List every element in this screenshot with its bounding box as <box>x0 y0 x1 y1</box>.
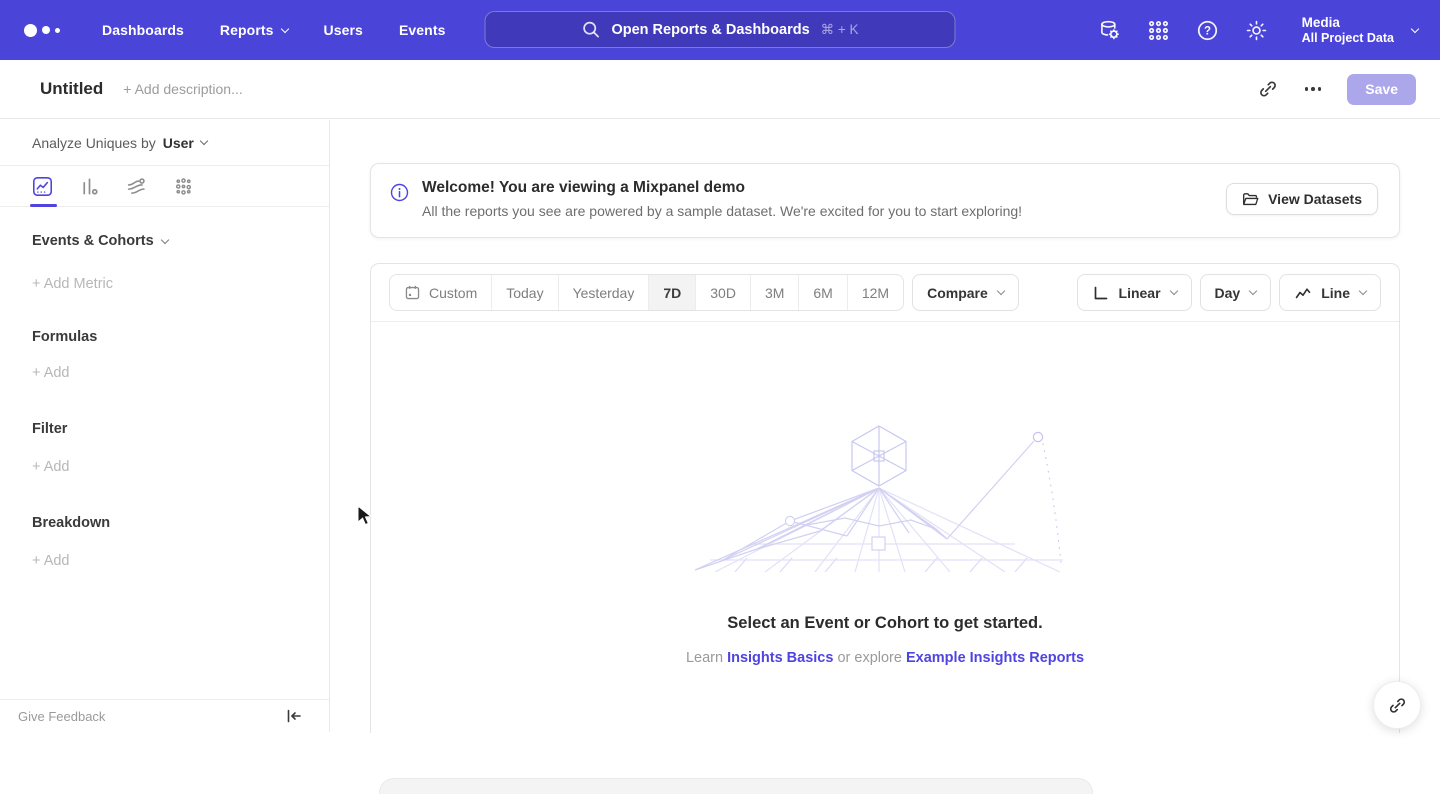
line-chart-icon <box>1294 284 1312 302</box>
add-description-field[interactable]: + Add description... <box>123 81 242 97</box>
chevron-down-icon <box>280 24 288 32</box>
compare-dropdown[interactable]: Compare <box>912 274 1019 311</box>
date-range-custom[interactable]: Custom <box>390 275 492 310</box>
search-placeholder: Open Reports & Dashboards <box>611 22 809 38</box>
link-icon <box>1388 696 1407 715</box>
scale-dropdown[interactable]: Linear <box>1077 274 1192 311</box>
nav-dashboards[interactable]: Dashboards <box>102 22 184 38</box>
chart-type-dropdown[interactable]: Line <box>1279 274 1381 311</box>
project-name: Media <box>1302 14 1394 31</box>
report-header: Untitled + Add description... Save <box>0 60 1440 119</box>
more-menu-icon[interactable] <box>1301 83 1326 95</box>
chart-controls-row: Custom Today Yesterday 7D 30D 3M 6M 12M … <box>371 264 1399 322</box>
help-icon[interactable]: ? <box>1196 18 1220 42</box>
date-range-3m[interactable]: 3M <box>751 275 799 310</box>
date-range-12m[interactable]: 12M <box>848 275 903 310</box>
date-range-today[interactable]: Today <box>492 275 558 310</box>
apps-grid-icon[interactable] <box>1147 18 1171 42</box>
svg-text:?: ? <box>1204 25 1211 37</box>
interval-dropdown[interactable]: Day <box>1200 274 1272 311</box>
tab-flow-icon[interactable] <box>126 176 147 197</box>
example-insights-reports-link[interactable]: Example Insights Reports <box>906 650 1084 666</box>
share-link-fab[interactable] <box>1373 681 1421 729</box>
date-range-6m[interactable]: 6M <box>799 275 847 310</box>
chevron-down-icon <box>1359 287 1367 295</box>
data-management-icon[interactable] <box>1098 18 1122 42</box>
empty-chart-area: Select an Event or Cohort to get started… <box>371 322 1399 733</box>
mixpanel-logo-icon[interactable] <box>24 24 76 37</box>
calendar-icon <box>404 284 421 301</box>
copy-link-icon[interactable] <box>1257 78 1279 100</box>
chevron-down-icon <box>1249 287 1257 295</box>
query-builder-sidebar: Analyze Uniques by User <box>0 120 330 732</box>
save-button[interactable]: Save <box>1347 74 1416 105</box>
add-formula-button[interactable]: + Add <box>32 365 297 381</box>
section-events-cohorts[interactable]: Events & Cohorts <box>32 233 297 249</box>
give-feedback-link[interactable]: Give Feedback <box>18 709 105 724</box>
collapse-sidebar-icon[interactable] <box>285 707 303 725</box>
view-datasets-button[interactable]: View Datasets <box>1226 183 1378 215</box>
empty-state-title: Select an Event or Cohort to get started… <box>727 614 1042 633</box>
section-formulas: Formulas <box>32 329 297 345</box>
links-middle-text: or explore <box>833 650 906 666</box>
active-tab-indicator <box>30 204 57 207</box>
add-breakdown-button[interactable]: + Add <box>32 553 297 569</box>
search-shortcut: ⌘ + K <box>821 22 859 38</box>
date-range-yesterday[interactable]: Yesterday <box>559 275 650 310</box>
folder-icon <box>1242 191 1259 208</box>
project-scope: All Project Data <box>1302 31 1394 46</box>
date-range-segmented-control: Custom Today Yesterday 7D 30D 3M 6M 12M <box>389 274 904 311</box>
search-input[interactable]: Open Reports & Dashboards ⌘ + K <box>485 11 956 48</box>
add-filter-button[interactable]: + Add <box>32 459 297 475</box>
primary-nav: Dashboards Reports Users Events <box>102 22 445 38</box>
top-navigation-bar: Dashboards Reports Users Events Open Rep… <box>0 0 1440 60</box>
tab-bar-chart-icon[interactable] <box>79 176 100 197</box>
search-icon <box>581 20 600 39</box>
empty-state-links: Learn Insights Basics or explore Example… <box>686 650 1084 666</box>
info-icon <box>390 183 409 202</box>
date-range-7d[interactable]: 7D <box>649 275 696 310</box>
date-range-30d[interactable]: 30D <box>696 275 751 310</box>
analyze-uniques-label: Analyze Uniques by <box>32 135 156 151</box>
banner-body: All the reports you see are powered by a… <box>422 203 1022 219</box>
nav-users[interactable]: Users <box>324 22 363 38</box>
empty-state-illustration <box>695 422 1075 572</box>
chevron-down-icon <box>160 235 168 243</box>
axes-icon <box>1092 284 1110 302</box>
demo-welcome-banner: Welcome! You are viewing a Mixpanel demo… <box>370 163 1400 238</box>
insights-report-card: Custom Today Yesterday 7D 30D 3M 6M 12M … <box>370 263 1400 733</box>
insights-basics-link[interactable]: Insights Basics <box>727 650 833 666</box>
tab-insights-line-icon[interactable] <box>32 176 53 197</box>
nav-events[interactable]: Events <box>399 22 446 38</box>
section-breakdown: Breakdown <box>32 515 297 531</box>
chevron-down-icon <box>997 287 1005 295</box>
nav-reports[interactable]: Reports <box>220 22 288 38</box>
chevron-down-icon <box>1169 287 1177 295</box>
visualization-tabs <box>0 166 329 207</box>
section-filter: Filter <box>32 421 297 437</box>
learn-prefix: Learn <box>686 650 727 666</box>
results-table-peek <box>379 778 1093 794</box>
add-metric-button[interactable]: + Add Metric <box>32 276 297 292</box>
main-content: Welcome! You are viewing a Mixpanel demo… <box>330 120 1440 732</box>
analyze-by-dropdown[interactable]: User <box>163 135 207 151</box>
tab-scatter-icon[interactable] <box>173 176 194 197</box>
settings-gear-icon[interactable] <box>1245 18 1269 42</box>
banner-title: Welcome! You are viewing a Mixpanel demo <box>422 179 1022 197</box>
project-switcher[interactable]: Media All Project Data <box>1302 14 1418 46</box>
chevron-down-icon <box>1411 24 1419 32</box>
chevron-down-icon <box>200 137 208 145</box>
report-title[interactable]: Untitled <box>40 79 103 99</box>
